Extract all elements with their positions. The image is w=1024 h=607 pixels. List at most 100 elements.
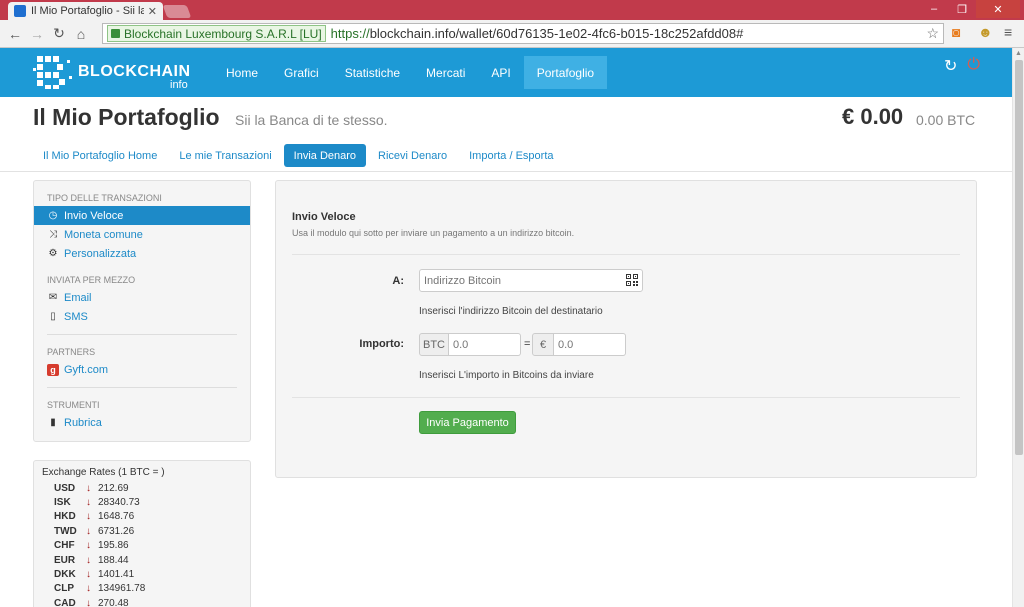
close-window-icon[interactable]: ✕	[976, 0, 1020, 18]
url-scheme: https://	[330, 26, 370, 41]
book-icon: ▮	[50, 417, 56, 428]
tab-title: Il Mio Portafoglio - Sii la B	[31, 5, 144, 17]
sidebar-item-gyft[interactable]: g Gyft.com	[34, 360, 250, 379]
form-divider	[292, 254, 960, 255]
sidebar-item-shared-coin[interactable]: ⤨ Moneta comune	[34, 225, 250, 244]
rate-row: CHF ↓ 195.86	[54, 540, 129, 552]
sidebar-item-address-book[interactable]: ▮ Rubrica	[34, 413, 250, 432]
form-description: Usa il modulo qui sotto per inviare un p…	[292, 228, 575, 238]
rate-row: CLP ↓ 134961.78	[54, 583, 146, 595]
rss-icon[interactable]: ◙	[952, 24, 960, 40]
divider	[0, 171, 1012, 172]
send-form-panel: Invio Veloce Usa il modulo qui sotto per…	[275, 180, 977, 478]
arrow-down-icon: ↓	[86, 497, 91, 509]
rate-row: EUR ↓ 188.44	[54, 554, 129, 566]
favicon-icon	[14, 5, 26, 17]
arrow-down-icon: ↓	[86, 597, 91, 607]
form-divider	[292, 397, 960, 398]
clock-icon: ◷	[48, 210, 58, 221]
btc-addon: BTC	[419, 333, 449, 356]
eur-addon: €	[532, 333, 554, 356]
sidebar-item-quick-send[interactable]: ◷ Invio Veloce	[34, 206, 250, 225]
nav-statistiche[interactable]: Statistiche	[332, 56, 413, 89]
balance-btc[interactable]: 0.00 BTC	[916, 112, 975, 128]
sidebar-item-sms[interactable]: ▯ SMS	[34, 307, 250, 326]
back-icon[interactable]: ←	[4, 26, 26, 42]
restore-icon[interactable]: ❐	[948, 0, 976, 18]
browser-toolbar: ← → ↻ ⌂ Blockchain Luxembourg S.A.R.L [L…	[0, 20, 1024, 48]
refresh-icon[interactable]: ↻	[944, 56, 957, 76]
sidebar-heading-sent-via: INVIATA PER MEZZO	[47, 275, 136, 285]
btc-amount-input[interactable]	[449, 333, 521, 356]
sidebar-heading-partners: PARTNERS	[47, 347, 96, 357]
page-scrollbar[interactable]: ▲	[1012, 48, 1024, 607]
wallet-subnav: Il Mio Portafoglio Home Le mie Transazio…	[33, 144, 564, 167]
new-tab-button[interactable]	[162, 5, 192, 18]
phone-icon: ▯	[50, 311, 56, 322]
address-bar[interactable]: Blockchain Luxembourg S.A.R.L [LU] https…	[102, 23, 944, 44]
balance-fiat[interactable]: € 0.00	[842, 104, 903, 130]
arrow-down-icon: ↓	[86, 583, 91, 595]
nav-portafoglio[interactable]: Portafoglio	[523, 56, 608, 89]
nav-api[interactable]: API	[478, 56, 523, 89]
rate-row: TWD ↓ 6731.26	[54, 525, 135, 537]
sidebar: TIPO DELLE TRANSAZIONI ◷ Invio Veloce ⤨ …	[33, 180, 251, 442]
window-controls: ‒ ❐ ✕	[920, 0, 1020, 20]
page-title: Il Mio Portafoglio	[33, 104, 220, 130]
extension-icon[interactable]: ☻	[978, 24, 993, 40]
gyft-logo-icon: g	[47, 363, 59, 376]
address-help-text: Inserisci l'indirizzo Bitcoin del destin…	[419, 306, 603, 317]
amount-label: Importo:	[359, 338, 404, 350]
sidebar-heading-tools: STRUMENTI	[47, 400, 100, 410]
minimize-icon[interactable]: ‒	[920, 0, 948, 18]
amount-help-text: Inserisci L'importo in Bitcoins da invia…	[419, 370, 594, 381]
bitcoin-address-input[interactable]	[419, 269, 643, 292]
sidebar-item-email[interactable]: ✉ Email	[34, 288, 250, 307]
page-subtitle: Sii la Banca di te stesso.	[235, 112, 388, 128]
ev-certificate-badge[interactable]: Blockchain Luxembourg S.A.R.L [LU]	[107, 25, 326, 42]
nav-grafici[interactable]: Grafici	[271, 56, 332, 89]
to-label: A:	[392, 275, 404, 287]
forward-icon[interactable]: →	[26, 26, 48, 42]
main-nav: Home Grafici Statistiche Mercati API Por…	[213, 56, 608, 89]
home-icon[interactable]: ⌂	[70, 26, 92, 42]
blockchain-logo-icon[interactable]	[33, 52, 77, 92]
tab-import-export[interactable]: Importa / Esporta	[459, 144, 563, 167]
form-title: Invio Veloce	[292, 211, 356, 223]
tab-send-money[interactable]: Invia Denaro	[283, 144, 367, 167]
brand-sub: info	[170, 79, 188, 91]
rate-row: USD ↓ 212.69	[54, 482, 129, 494]
exchange-rates-title: Exchange Rates (1 BTC = )	[42, 467, 165, 478]
nav-actions: ↻ ⏻	[944, 56, 980, 76]
nav-home[interactable]: Home	[213, 56, 271, 89]
arrow-down-icon: ↓	[86, 525, 91, 537]
sidebar-heading-transaction-type: TIPO DELLE TRANSAZIONI	[47, 193, 162, 203]
nav-mercati[interactable]: Mercati	[413, 56, 478, 89]
sidebar-divider	[47, 387, 237, 388]
arrow-down-icon: ↓	[86, 569, 91, 581]
sidebar-item-custom[interactable]: ⚙ Personalizzata	[34, 244, 250, 263]
qr-code-icon[interactable]	[626, 274, 638, 286]
equals-sign: =	[524, 338, 531, 350]
arrow-down-icon: ↓	[86, 482, 91, 494]
rate-row: CAD ↓ 270.48	[54, 597, 129, 607]
logout-power-icon[interactable]: ⏻	[967, 56, 980, 76]
tab-transactions[interactable]: Le mie Transazioni	[169, 144, 281, 167]
menu-icon[interactable]: ≡	[1004, 24, 1012, 40]
gear-icon: ⚙	[48, 248, 58, 259]
scrollbar-thumb[interactable]	[1015, 60, 1023, 455]
browser-tab[interactable]: Il Mio Portafoglio - Sii la B ✕	[8, 2, 163, 20]
scroll-up-icon[interactable]: ▲	[1015, 50, 1022, 57]
send-payment-button[interactable]: Invia Pagamento	[419, 411, 516, 434]
rate-row: ISK ↓ 28340.73	[54, 497, 140, 509]
envelope-icon: ✉	[48, 292, 58, 303]
arrow-down-icon: ↓	[86, 554, 91, 566]
browser-titlebar: Il Mio Portafoglio - Sii la B ✕ ‒ ❐ ✕	[0, 0, 1024, 20]
bookmark-star-icon[interactable]: ☆	[926, 25, 939, 42]
tab-wallet-home[interactable]: Il Mio Portafoglio Home	[33, 144, 167, 167]
close-tab-icon[interactable]: ✕	[148, 5, 157, 18]
reload-icon[interactable]: ↻	[48, 25, 70, 42]
arrow-down-icon: ↓	[86, 511, 91, 523]
tab-receive-money[interactable]: Ricevi Denaro	[368, 144, 457, 167]
eur-amount-input[interactable]	[554, 333, 626, 356]
